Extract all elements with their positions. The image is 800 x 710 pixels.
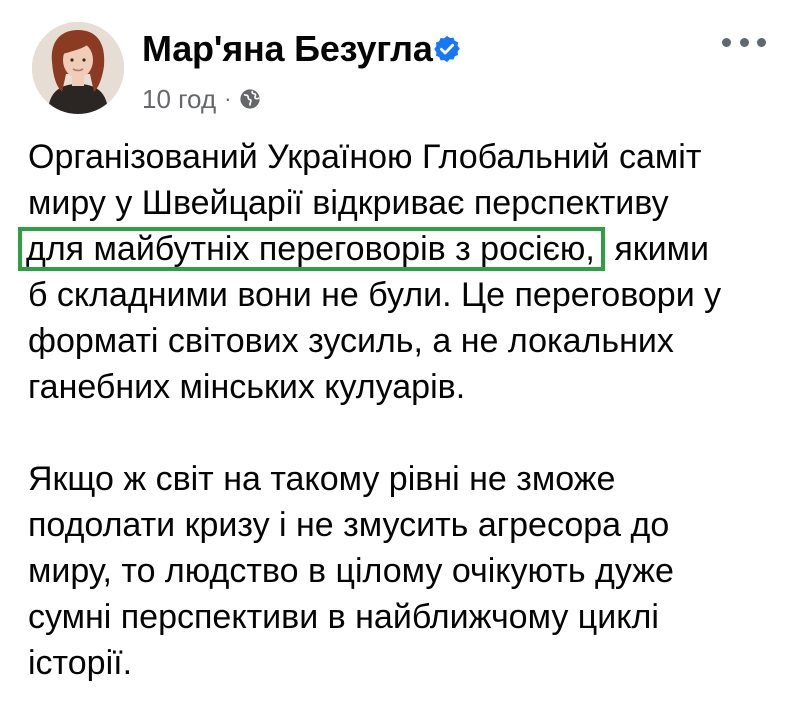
meta-separator: · <box>224 86 232 111</box>
post-meta: 10 год · <box>142 82 261 116</box>
text-line: миру, то людство в цілому очікують дуже <box>28 552 674 590</box>
text-line: форматі світових зусиль, а не локальних <box>28 322 674 360</box>
avatar-image <box>32 22 124 114</box>
more-dot <box>739 37 749 47</box>
post-time[interactable]: 10 год <box>142 84 216 115</box>
post-text: Організований Україною Глобальний саміт … <box>18 134 778 686</box>
more-dot <box>757 37 766 47</box>
post-header: Мар'яна Безугла 10 год · <box>32 22 768 122</box>
highlighted-phrase: для майбутніх переговорів з росією, <box>18 227 605 271</box>
text-line: б складними вони не були. Це переговори … <box>28 276 722 314</box>
text-line: Якщо ж світ на такому рівні не зможе <box>28 460 616 498</box>
facebook-post: Мар'яна Безугла 10 год · Організований У… <box>0 0 800 710</box>
author-name[interactable]: Мар'яна Безугла <box>142 28 433 70</box>
text-fragment: якими <box>614 230 709 268</box>
text-line: історії. <box>28 644 133 682</box>
verified-badge-icon <box>434 35 460 63</box>
text-line: для майбутніх переговорів з росією, яким… <box>18 226 778 272</box>
text-line: Організований Україною Глобальний саміт <box>28 138 702 176</box>
globe-icon[interactable] <box>239 88 261 110</box>
text-line: миру у Швейцарії відкриває перспективу <box>28 184 669 222</box>
text-line: подолати кризу і не змусить агресора до <box>28 506 670 544</box>
text-line: ганебних мінських кулуарів. <box>28 368 466 406</box>
text-line: сумні перспективи в найближчому циклі <box>28 598 659 636</box>
more-options-icon[interactable] <box>722 30 766 54</box>
avatar[interactable] <box>32 22 124 114</box>
more-dot <box>722 37 731 47</box>
